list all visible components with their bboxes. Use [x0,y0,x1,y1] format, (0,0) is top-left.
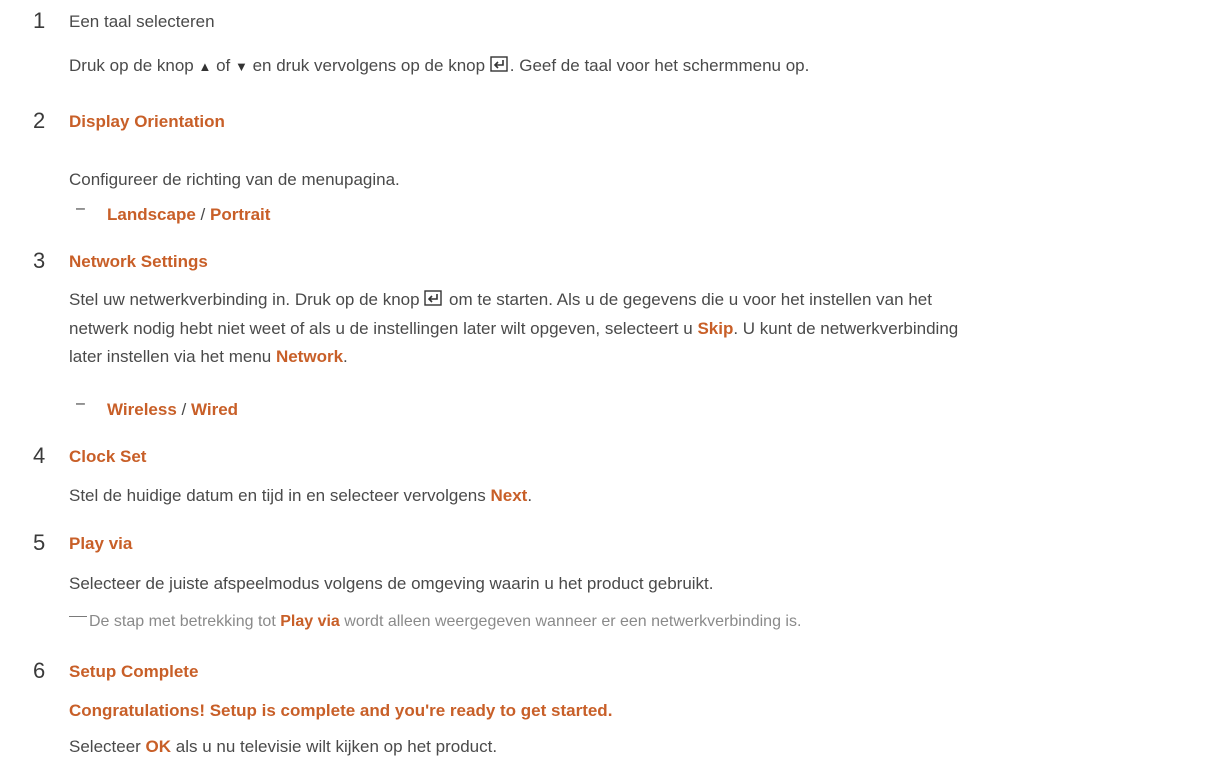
option-line: Landscape / Portrait [107,205,271,224]
down-triangle-icon: ▼ [234,58,248,74]
enter-icon [424,287,444,315]
option-dash: – [76,395,85,412]
enter-icon [490,53,510,81]
step-title: Clock Set [69,447,147,466]
description-line-2: netwerk nodig hebt niet weet of als u de… [69,318,959,338]
option-dash: – [76,200,85,217]
step-title: Play via [69,534,133,553]
option-wireless: Wireless [107,400,177,419]
step-subtitle: Congratulations! Setup is complete and y… [69,701,613,720]
note-text: De stap met betrekking tot Play via word… [89,613,802,630]
step-number: 1 [33,8,46,33]
step-title: Display Orientation [69,112,225,131]
step-description: Druk op de knop ▲ of ▼ en druk vervolgen… [69,52,1199,81]
step-description: Stel uw netwerkverbinding in. Druk op de… [69,286,1199,371]
step-description: Stel de huidige datum en tijd in en sele… [69,486,533,505]
up-triangle-icon: ▲ [198,58,212,74]
note-bar [69,616,87,617]
step-number: 5 [33,530,46,555]
option-line: Wireless / Wired [107,400,239,419]
step-description: Selecteer de juiste afspeelmodus volgens… [69,574,714,593]
option-landscape: Landscape [107,205,196,224]
step-number: 2 [33,108,46,133]
step-title: Network Settings [69,252,208,271]
description-line-1: Stel uw netwerkverbinding in. Druk op de… [69,286,1199,315]
step-number: 3 [33,248,46,273]
option-portrait: Portrait [209,205,271,224]
step-description: Selecteer OK als u nu televisie wilt kij… [69,737,498,756]
step-number: 4 [33,443,46,468]
step-description: Configureer de richting van de menupagin… [69,170,400,189]
description-line-3: later instellen via het menu Network. [69,346,348,366]
step-number: 6 [33,658,46,683]
step-title: Een taal selecteren [69,12,215,31]
option-wired: Wired [190,400,239,419]
step-title: Setup Complete [69,662,199,681]
